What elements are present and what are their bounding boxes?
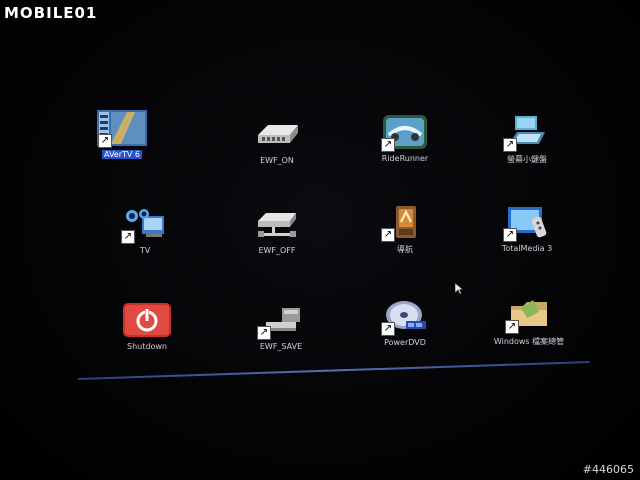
- desktop-icon-label: RideRunner: [381, 154, 429, 163]
- screen: MOBILE01 ↗ AVerTV 6 EWF_ON ↗ RideRunner …: [0, 0, 640, 480]
- desktop-icon-label: EWF_OFF: [258, 246, 296, 255]
- totalmedia-icon: ↗: [501, 202, 553, 242]
- desktop-icon-powerdvd[interactable]: ↗ PowerDVD: [350, 296, 460, 366]
- windows-explorer-icon: ↗: [503, 294, 555, 334]
- desktop-icon-shutdown[interactable]: Shutdown: [92, 300, 202, 370]
- on-screen-keyboard-icon: ↗: [501, 112, 553, 152]
- watermark-text: MOBILE01: [4, 4, 98, 22]
- photo-id: #446065: [582, 463, 634, 476]
- ewf-off-icon: [251, 204, 303, 244]
- navigation-icon: ↗: [379, 202, 431, 242]
- tv-icon: ↗: [119, 204, 171, 244]
- desktop-icon-on-screen-keyboard[interactable]: ↗ 螢幕小鍵盤: [472, 112, 582, 182]
- desktop-icon-navigation[interactable]: ↗ 導航: [350, 202, 460, 272]
- shortcut-arrow-icon: ↗: [505, 320, 519, 334]
- desktop-icon-label: EWF_SAVE: [259, 342, 303, 351]
- desktop-icon-avertv[interactable]: ↗ AVerTV 6: [67, 108, 177, 178]
- shortcut-arrow-icon: ↗: [121, 230, 135, 244]
- shortcut-arrow-icon: ↗: [503, 228, 517, 242]
- desktop: ↗ AVerTV 6 EWF_ON ↗ RideRunner ↗ 螢幕小鍵盤 ↗…: [80, 96, 592, 396]
- shutdown-icon: [121, 300, 173, 340]
- shortcut-arrow-icon: ↗: [381, 228, 395, 242]
- desktop-icon-ewf-on[interactable]: EWF_ON: [222, 114, 332, 184]
- shortcut-arrow-icon: ↗: [257, 326, 271, 340]
- desktop-icon-ewf-save[interactable]: ↗ EWF_SAVE: [226, 300, 336, 370]
- powerdvd-icon: ↗: [379, 296, 431, 336]
- desktop-icon-label: EWF_ON: [260, 156, 294, 165]
- desktop-icon-ewf-off[interactable]: EWF_OFF: [222, 204, 332, 274]
- desktop-icon-label: Windows 檔案總管: [493, 337, 565, 346]
- desktop-icon-label: TV: [139, 246, 151, 255]
- avertv-icon: ↗: [96, 108, 148, 148]
- desktop-icon-windows-explorer[interactable]: ↗ Windows 檔案總管: [474, 294, 584, 364]
- shortcut-arrow-icon: ↗: [503, 138, 517, 152]
- shortcut-arrow-icon: ↗: [98, 134, 112, 148]
- desktop-icon-label: TotalMedia 3: [501, 244, 553, 253]
- desktop-icon-tv[interactable]: ↗ TV: [90, 204, 200, 274]
- desktop-icon-label: 導航: [397, 245, 413, 254]
- watermark-logo: MOBILE01: [4, 3, 97, 23]
- desktop-icon-label: Shutdown: [127, 342, 167, 351]
- desktop-icon-totalmedia[interactable]: ↗ TotalMedia 3: [472, 202, 582, 272]
- desktop-icon-riderunner[interactable]: ↗ RideRunner: [350, 112, 460, 182]
- shortcut-arrow-icon: ↗: [381, 322, 395, 336]
- shortcut-arrow-icon: ↗: [381, 138, 395, 152]
- ewf-save-icon: ↗: [255, 300, 307, 340]
- desktop-icon-label: AVerTV 6: [101, 150, 142, 159]
- ewf-on-icon: [251, 114, 303, 154]
- desktop-icon-label: PowerDVD: [384, 338, 426, 347]
- desktop-icon-label: 螢幕小鍵盤: [507, 155, 547, 164]
- mouse-cursor-icon: [454, 282, 464, 300]
- riderunner-icon: ↗: [379, 112, 431, 152]
